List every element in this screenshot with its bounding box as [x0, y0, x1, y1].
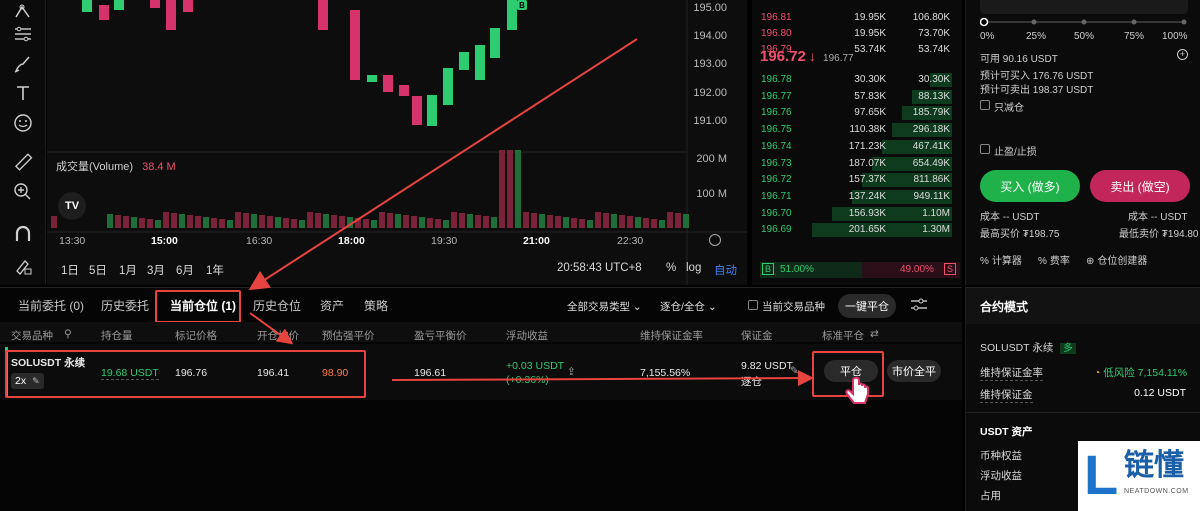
position-builder-button[interactable]: ⊕ 仓位创建器 [1086, 252, 1147, 267]
order-amount-input[interactable] [980, 0, 1188, 14]
sell-cost: 成本 -- USDT [1128, 212, 1188, 223]
annotation-arrow-main [248, 38, 638, 291]
gauge-icon: ◔ [1094, 367, 1101, 379]
can-buy-amount: 预计可买入 176.76 USDT [980, 71, 1094, 82]
min-sell-price: 最低卖价 ₮194.80 [1119, 229, 1199, 240]
calculator-icon: % [980, 256, 989, 267]
add-funds-icon[interactable]: + [1177, 49, 1188, 60]
assets-title: USDT 资产 [980, 426, 1033, 438]
slider-tick: 25% [1026, 31, 1047, 42]
builder-icon: ⊕ [1086, 256, 1095, 267]
buy-long-button[interactable]: 买入 (做多) [980, 170, 1080, 202]
fee-icon: % [1038, 256, 1047, 267]
slider-tick: 100% [1162, 31, 1188, 42]
position-pair: SOLUSDT 永续 多 [980, 340, 1076, 355]
panel-title: 合约模式 [980, 300, 1029, 314]
reduce-only-label: 只减仓 [994, 103, 1024, 114]
logo-cn: 链懂 [1124, 449, 1184, 482]
logo-letter: L [1084, 443, 1119, 506]
asset-row-used: 占用 [980, 490, 1001, 502]
trade-panel: 0% 25% 50% 75% 100% 可用 90.16 USDT + 预计可买… [965, 0, 1200, 285]
long-tag: 多 [1060, 343, 1076, 354]
buy-cost: 成本 -- USDT [980, 212, 1040, 223]
mm-value: 0.12 USDT [1134, 387, 1186, 399]
sell-short-button[interactable]: 卖出 (做空) [1090, 170, 1190, 202]
logo-en: NEATDOWN.COM [1124, 488, 1189, 495]
reduce-only-checkbox[interactable] [980, 100, 990, 110]
percent-slider[interactable] [980, 16, 1188, 28]
fee-rate-button[interactable]: % 费率 [1038, 252, 1070, 267]
max-buy-price: 最高买价 ₮198.75 [980, 229, 1060, 240]
slider-tick: 50% [1074, 31, 1095, 42]
mm-label: 维持保证金 [980, 389, 1033, 403]
slider-tick: 75% [1124, 31, 1145, 42]
slider-tick: 0% [980, 31, 995, 42]
neatdown-logo: L 链懂 NEATDOWN.COM [1078, 441, 1200, 511]
calculator-button[interactable]: % 计算器 [980, 252, 1022, 267]
can-sell-amount: 预计可卖出 198.37 USDT [980, 85, 1094, 96]
available-balance: 可用 90.16 USDT [980, 54, 1058, 65]
tp-sl-checkbox[interactable] [980, 144, 990, 154]
tp-sl-label: 止盈/止损 [994, 147, 1037, 158]
risk-level: ◔ 低风险 7,154.11% [1094, 367, 1188, 379]
asset-row-pnl: 浮动收益 [980, 470, 1022, 482]
mmr-label: 维持保证金率 [980, 367, 1043, 381]
asset-row-equity: 币种权益 [980, 450, 1022, 462]
